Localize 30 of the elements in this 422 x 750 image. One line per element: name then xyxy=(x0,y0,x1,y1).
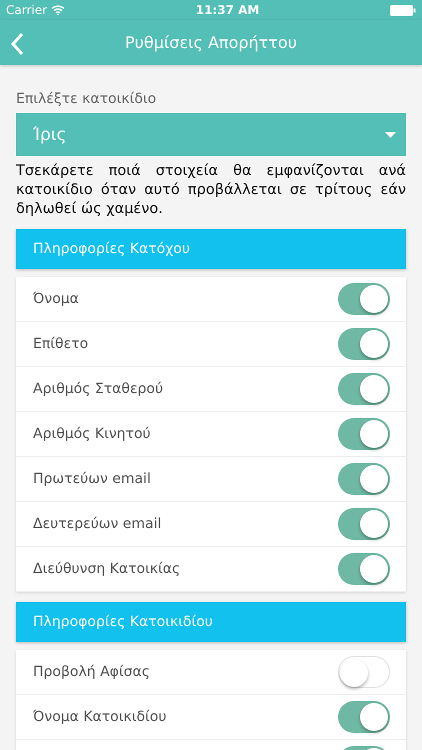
wifi-icon xyxy=(51,5,66,15)
description-text: Τσεκάρετε ποιά στοιχεία θα εμφανίζονται ανά κατοικίδιο όταν αυτό προβάλλεται σε τρίτους εάν δηλωθεί ώς χαμένο. xyxy=(16,162,406,219)
pet-dropdown[interactable]: Ίρις xyxy=(16,113,406,156)
dropdown-caret-icon xyxy=(385,132,396,138)
status-time: 11:37 AM xyxy=(196,3,260,17)
battery-icon xyxy=(390,4,416,16)
screen-title: Ρυθμίσεις Απορήττου xyxy=(125,33,297,52)
section-header: Πληροφορίες Κατόχου xyxy=(16,229,406,269)
toggle-switch[interactable] xyxy=(338,656,390,688)
toggle-switch[interactable] xyxy=(338,373,390,405)
toggle-switch[interactable] xyxy=(338,418,390,450)
picker-label: Επιλέξτε κατοικίδιο xyxy=(16,91,158,107)
setting-label: Διεύθυνση Κατοικίας xyxy=(33,561,180,577)
section-header: Πληροφορίες Κατοικιδίου xyxy=(16,602,406,642)
back-chevron-icon xyxy=(10,32,24,56)
setting-label: Όνομα Κατοικιδίου xyxy=(33,709,166,725)
toggle-switch[interactable] xyxy=(338,701,390,733)
setting-label: Αριθμός Σταθερού xyxy=(33,381,164,397)
setting-label: Αριθμός Κινητού xyxy=(33,426,151,442)
setting-label: Προβολή Αφίσας xyxy=(33,664,150,680)
toggle-switch[interactable] xyxy=(338,463,390,495)
toggle-switch[interactable] xyxy=(338,328,390,360)
toggle-switch[interactable] xyxy=(338,283,390,315)
setting-label: Όνομα xyxy=(33,291,79,307)
setting-label: Πρωτεύων email xyxy=(33,471,151,487)
setting-label: Επίθετο xyxy=(33,336,88,352)
setting-label: Δευτερεύων email xyxy=(33,516,162,532)
toggle-switch[interactable] xyxy=(338,553,390,585)
carrier-label: Carrier xyxy=(6,3,48,17)
toggle-switch[interactable] xyxy=(338,508,390,540)
